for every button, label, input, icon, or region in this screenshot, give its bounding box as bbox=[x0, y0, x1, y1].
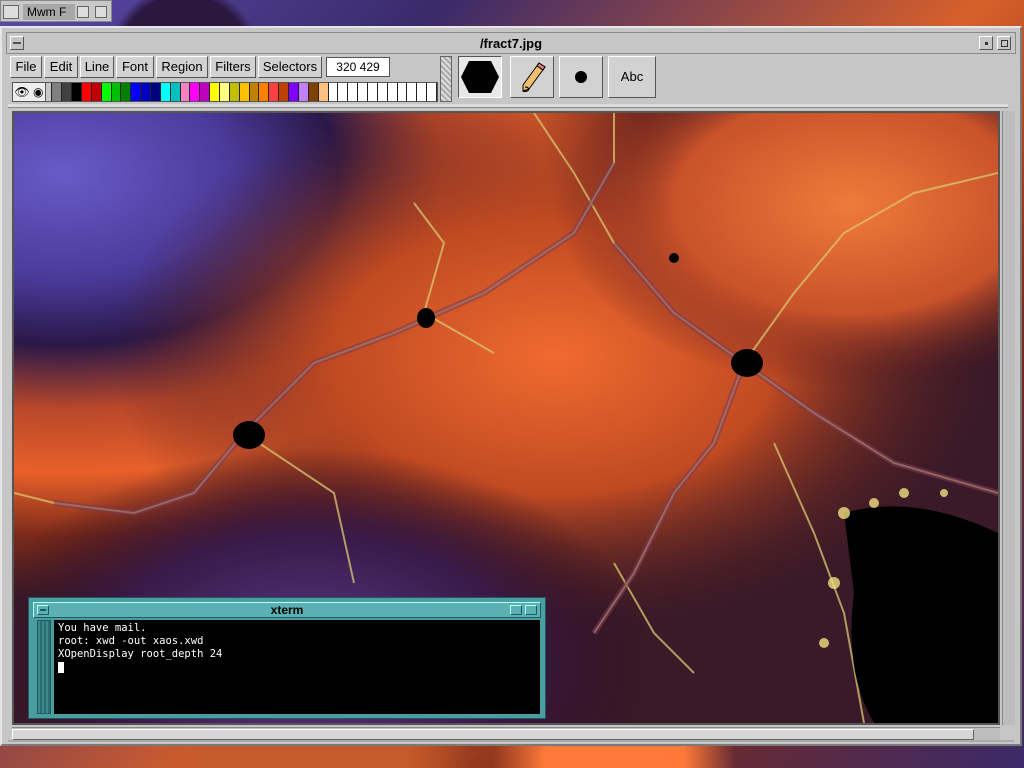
color-swatch[interactable] bbox=[308, 83, 319, 101]
color-swatch[interactable] bbox=[249, 83, 260, 101]
color-swatch[interactable] bbox=[111, 83, 122, 101]
color-palette[interactable] bbox=[12, 82, 438, 102]
color-swatch[interactable] bbox=[367, 83, 378, 101]
vertical-scrollbar[interactable] bbox=[1002, 111, 1015, 725]
color-swatch[interactable] bbox=[407, 83, 418, 101]
xterm-window[interactable]: xterm You have mail. root: xwd -out xaos… bbox=[28, 597, 546, 719]
color-swatch[interactable] bbox=[121, 83, 132, 101]
xterm-scrollbar[interactable] bbox=[37, 620, 51, 714]
color-swatch[interactable] bbox=[62, 83, 73, 101]
pencil-icon bbox=[522, 62, 546, 92]
color-swatch[interactable] bbox=[180, 83, 191, 101]
maximize-button[interactable] bbox=[525, 605, 537, 615]
color-swatch[interactable] bbox=[151, 83, 161, 101]
menu-edit[interactable]: Edit bbox=[44, 56, 78, 78]
maximize-button[interactable] bbox=[997, 36, 1011, 50]
color-swatch[interactable] bbox=[91, 83, 102, 101]
color-swatch[interactable] bbox=[377, 83, 388, 101]
color-swatch[interactable] bbox=[387, 83, 398, 101]
toolbar-grip[interactable] bbox=[440, 56, 452, 102]
background-window-title[interactable]: Mwm F bbox=[23, 4, 75, 20]
cursor-coordinates: 320 429 bbox=[326, 57, 390, 77]
color-swatch[interactable] bbox=[427, 83, 437, 101]
minimize-button[interactable] bbox=[77, 6, 89, 18]
xterm-title: xterm bbox=[270, 603, 304, 617]
color-swatch[interactable] bbox=[200, 83, 211, 101]
color-swatch[interactable] bbox=[210, 83, 221, 101]
menu-region[interactable]: Region bbox=[156, 56, 208, 78]
color-swatch[interactable] bbox=[298, 83, 309, 101]
color-swatch[interactable] bbox=[52, 83, 63, 101]
eye-icon[interactable]: 👁 ◉ bbox=[12, 82, 46, 102]
terminal-output[interactable]: You have mail. root: xwd -out xaos.xwd X… bbox=[54, 620, 540, 714]
terminal-line: root: xwd -out xaos.xwd bbox=[58, 635, 204, 647]
menu-filters[interactable]: Filters bbox=[210, 56, 256, 78]
color-swatch[interactable] bbox=[72, 83, 83, 101]
minimize-button[interactable] bbox=[979, 36, 993, 50]
horizontal-scrollbar[interactable] bbox=[12, 727, 1000, 740]
color-swatch[interactable] bbox=[358, 83, 368, 101]
color-swatch[interactable] bbox=[318, 83, 329, 101]
text-tool-button[interactable]: Abc bbox=[608, 56, 656, 98]
color-swatch[interactable] bbox=[220, 83, 230, 101]
window-title: /fract7.jpg bbox=[479, 36, 543, 51]
menu-line[interactable]: Line bbox=[80, 56, 114, 78]
color-swatch[interactable] bbox=[289, 83, 299, 101]
color-swatch[interactable] bbox=[160, 83, 171, 101]
color-swatch[interactable] bbox=[259, 83, 270, 101]
color-swatch[interactable] bbox=[348, 83, 359, 101]
color-swatch[interactable] bbox=[131, 83, 142, 101]
window-bottom-edge bbox=[8, 740, 1014, 742]
xterm-titlebar[interactable]: xterm bbox=[33, 602, 541, 618]
terminal-cursor bbox=[58, 661, 64, 673]
color-swatch[interactable] bbox=[279, 83, 290, 101]
color-swatch[interactable] bbox=[141, 83, 152, 101]
color-swatch[interactable] bbox=[82, 83, 92, 101]
menu-file[interactable]: File bbox=[10, 56, 42, 78]
color-swatch[interactable] bbox=[239, 83, 250, 101]
color-swatch[interactable] bbox=[229, 83, 240, 101]
menu-selectors[interactable]: Selectors bbox=[258, 56, 322, 78]
terminal-line: You have mail. bbox=[58, 622, 147, 634]
minimize-button[interactable] bbox=[510, 605, 522, 615]
menu-font[interactable]: Font bbox=[116, 56, 154, 78]
color-swatch[interactable] bbox=[101, 83, 112, 101]
toolbar-separator bbox=[8, 104, 1008, 108]
window-menu-button[interactable] bbox=[3, 5, 19, 19]
polygon-tool-button[interactable] bbox=[458, 56, 502, 98]
maximize-button[interactable] bbox=[95, 6, 107, 18]
color-swatch[interactable] bbox=[397, 83, 408, 101]
dot-icon bbox=[575, 71, 587, 83]
terminal-line: XOpenDisplay root_depth 24 bbox=[58, 648, 223, 660]
color-swatch[interactable] bbox=[190, 83, 201, 101]
color-swatch[interactable] bbox=[170, 83, 181, 101]
color-swatch[interactable] bbox=[269, 83, 280, 101]
background-window[interactable]: Mwm F bbox=[0, 0, 112, 22]
hexagon-icon bbox=[461, 61, 499, 93]
color-swatch[interactable] bbox=[417, 83, 428, 101]
scrollbar-thumb[interactable] bbox=[12, 729, 974, 740]
brush-tool-button[interactable] bbox=[559, 56, 603, 98]
window-titlebar[interactable]: /fract7.jpg bbox=[6, 32, 1016, 54]
pencil-tool-button[interactable] bbox=[510, 56, 554, 98]
color-swatch[interactable] bbox=[338, 83, 349, 101]
color-swatch[interactable] bbox=[328, 83, 339, 101]
